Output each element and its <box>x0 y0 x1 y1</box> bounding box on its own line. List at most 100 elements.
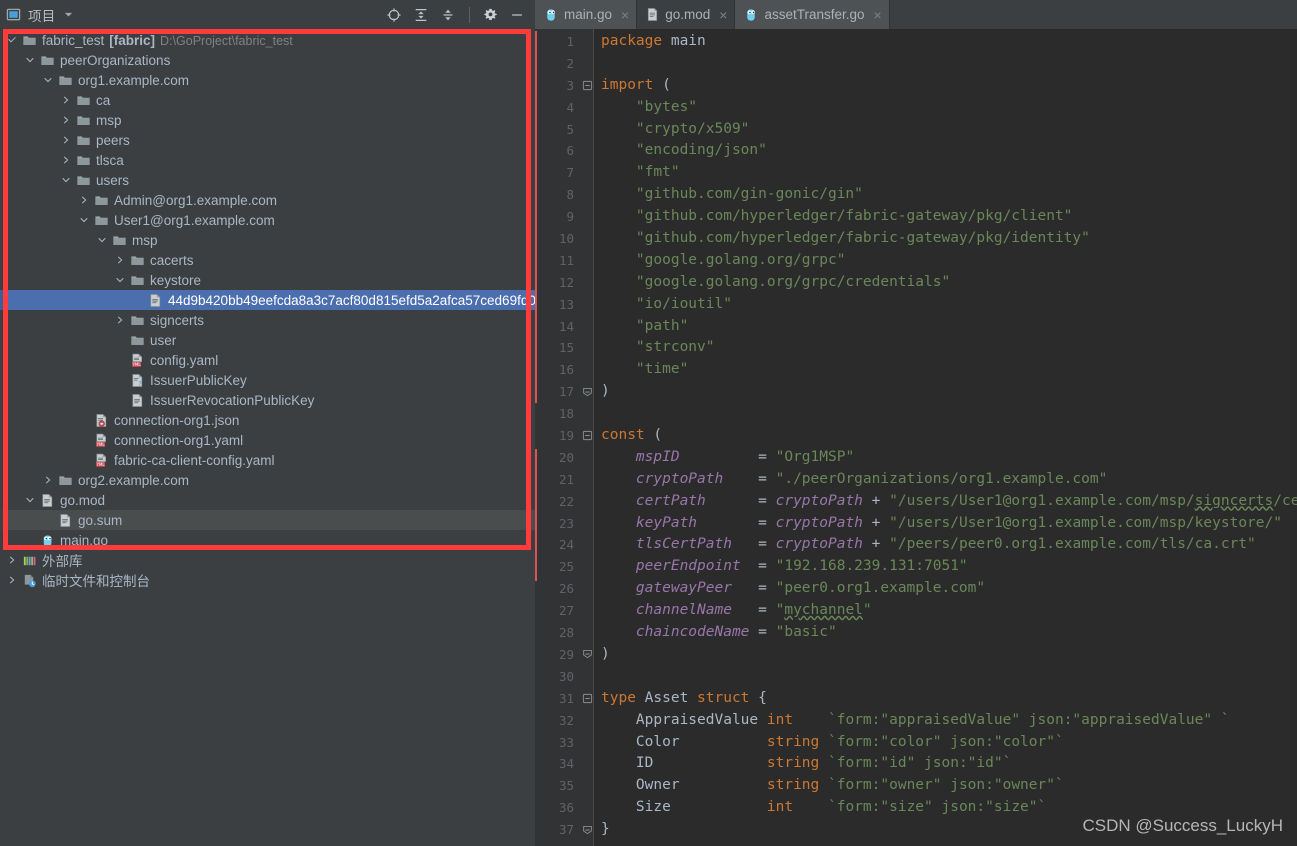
tree-row[interactable]: 临时文件和控制台 <box>0 570 535 590</box>
project-tree-panel[interactable]: fabric_test [fabric] D:\GoProject\fabric_t… <box>0 29 535 846</box>
tree-row[interactable]: org2.example.com <box>0 470 535 490</box>
code-line[interactable] <box>593 666 1297 688</box>
tree-row[interactable]: YML fabric-ca-client-config.yaml <box>0 450 535 470</box>
code-line[interactable]: keyPath = cryptoPath + "/users/User1@org… <box>593 513 1297 535</box>
chevron-right-icon[interactable] <box>6 575 17 586</box>
code-line[interactable]: "google.golang.org/grpc" <box>593 250 1297 272</box>
tab-go-mod[interactable]: go.mod × <box>637 0 736 29</box>
tree-row[interactable]: org1.example.com <box>0 70 535 90</box>
chevron-down-icon[interactable] <box>96 235 107 246</box>
code-line[interactable]: "github.com/gin-gonic/gin" <box>593 184 1297 206</box>
tree-row[interactable]: keystore <box>0 270 535 290</box>
tree-row[interactable]: user <box>0 330 535 350</box>
code-line[interactable]: "strconv" <box>593 337 1297 359</box>
chevron-down-icon[interactable] <box>42 75 53 86</box>
code-line[interactable]: mspID = "Org1MSP" <box>593 447 1297 469</box>
tree-row[interactable]: peerOrganizations <box>0 50 535 70</box>
code-line[interactable]: type Asset struct { <box>593 688 1297 710</box>
tree-row[interactable]: peers <box>0 130 535 150</box>
chevron-right-icon[interactable] <box>60 115 71 126</box>
expand-all-icon[interactable] <box>413 7 429 23</box>
minimize-icon[interactable] <box>509 7 525 23</box>
code-line[interactable]: "io/ioutil" <box>593 294 1297 316</box>
code-line[interactable]: const ( <box>593 425 1297 447</box>
code-line[interactable]: gatewayPeer = "peer0.org1.example.com" <box>593 578 1297 600</box>
tree-row[interactable]: YML config.yaml <box>0 350 535 370</box>
code-line[interactable]: ) <box>593 644 1297 666</box>
tab-assettransfer-go[interactable]: assetTransfer.go × <box>735 0 890 29</box>
code-line[interactable]: ID string `form:"id" json:"id"` <box>593 753 1297 775</box>
code-line[interactable]: Color string `form:"color" json:"color"` <box>593 732 1297 754</box>
project-panel-title-group[interactable]: 项目 <box>6 5 74 25</box>
code-line[interactable]: chaincodeName = "basic" <box>593 622 1297 644</box>
code-line[interactable]: "encoding/json" <box>593 140 1297 162</box>
tree-row[interactable]: go.mod <box>0 490 535 510</box>
chevron-down-icon[interactable] <box>78 215 89 226</box>
code-line[interactable]: AppraisedValue int `form:"appraisedValue… <box>593 710 1297 732</box>
tree-row[interactable]: msp <box>0 110 535 130</box>
tree-row[interactable]: go.sum <box>0 510 535 530</box>
code-line[interactable] <box>593 53 1297 75</box>
tree-row[interactable]: connection-org1.json <box>0 410 535 430</box>
chevron-down-icon[interactable] <box>114 275 125 286</box>
tree-row[interactable]: tlsca <box>0 150 535 170</box>
code-line[interactable]: "github.com/hyperledger/fabric-gateway/p… <box>593 206 1297 228</box>
fold-collapse-icon[interactable] <box>581 688 593 710</box>
code-line[interactable]: ) <box>593 381 1297 403</box>
tree-row[interactable]: cacerts <box>0 250 535 270</box>
tree-row[interactable]: Admin@org1.example.com <box>0 190 535 210</box>
tree-row[interactable]: 44d9b420bb49eefcda8a3c7acf80d815efd5a2af… <box>0 290 535 310</box>
tree-row[interactable]: msp <box>0 230 535 250</box>
code-line[interactable]: "github.com/hyperledger/fabric-gateway/p… <box>593 228 1297 250</box>
chevron-down-icon[interactable] <box>63 9 74 20</box>
close-icon[interactable]: × <box>874 8 882 22</box>
settings-gear-icon[interactable] <box>483 7 498 22</box>
code-line[interactable]: "path" <box>593 316 1297 338</box>
tree-row[interactable]: IssuerRevocationPublicKey <box>0 390 535 410</box>
code-line[interactable]: tlsCertPath = cryptoPath + "/peers/peer0… <box>593 534 1297 556</box>
fold-end-icon[interactable] <box>581 819 593 841</box>
chevron-right-icon[interactable] <box>60 155 71 166</box>
code-line[interactable]: "time" <box>593 359 1297 381</box>
fold-end-icon[interactable] <box>581 644 593 666</box>
fold-collapse-icon[interactable] <box>581 75 593 97</box>
tree-row[interactable]: signcerts <box>0 310 535 330</box>
tab-main-go[interactable]: main.go × <box>535 0 638 29</box>
fold-end-icon[interactable] <box>581 381 593 403</box>
tree-row[interactable]: ? IssuerPublicKey <box>0 370 535 390</box>
close-icon[interactable]: × <box>719 8 727 22</box>
chevron-down-icon[interactable] <box>24 495 35 506</box>
code-line[interactable]: "crypto/x509" <box>593 119 1297 141</box>
code-editor[interactable]: 1 2 3 4 5 6 7 8 9 10 11 12 13 14 15 16 17 18 19 20 21 22 23 24 2… <box>535 29 1297 846</box>
code-line[interactable] <box>593 403 1297 425</box>
chevron-right-icon[interactable] <box>114 315 125 326</box>
code-line[interactable]: Owner string `form:"owner" json:"owner"` <box>593 775 1297 797</box>
tree-row[interactable]: ca <box>0 90 535 110</box>
collapse-all-icon[interactable] <box>440 7 456 23</box>
tree-row[interactable]: users <box>0 170 535 190</box>
code-line[interactable]: "google.golang.org/grpc/credentials" <box>593 272 1297 294</box>
chevron-down-icon[interactable] <box>24 55 35 66</box>
code-line[interactable]: channelName = "mychannel" <box>593 600 1297 622</box>
code-line[interactable]: package main <box>593 31 1297 53</box>
code-content[interactable]: package main import ( "bytes" "crypto/x5… <box>593 29 1297 846</box>
code-line[interactable]: import ( <box>593 75 1297 97</box>
chevron-right-icon[interactable] <box>6 555 17 566</box>
chevron-right-icon[interactable] <box>60 95 71 106</box>
chevron-down-icon[interactable] <box>6 35 17 46</box>
chevron-down-icon[interactable] <box>60 175 71 186</box>
tree-row[interactable]: User1@org1.example.com <box>0 210 535 230</box>
tree-row[interactable]: fabric_test [fabric] D:\GoProject\fabric_t… <box>0 30 535 50</box>
tree-row[interactable]: YML connection-org1.yaml <box>0 430 535 450</box>
project-tree[interactable]: fabric_test [fabric] D:\GoProject\fabric_t… <box>0 29 535 590</box>
chevron-right-icon[interactable] <box>78 195 89 206</box>
code-line[interactable]: peerEndpoint = "192.168.239.131:7051" <box>593 556 1297 578</box>
close-icon[interactable]: × <box>621 8 629 22</box>
chevron-right-icon[interactable] <box>114 255 125 266</box>
tree-row[interactable]: 外部库 <box>0 550 535 570</box>
code-line[interactable]: "fmt" <box>593 162 1297 184</box>
code-line[interactable]: cryptoPath = "./peerOrganizations/org1.e… <box>593 469 1297 491</box>
chevron-right-icon[interactable] <box>42 475 53 486</box>
code-line[interactable]: certPath = cryptoPath + "/users/User1@or… <box>593 491 1297 513</box>
chevron-right-icon[interactable] <box>60 135 71 146</box>
